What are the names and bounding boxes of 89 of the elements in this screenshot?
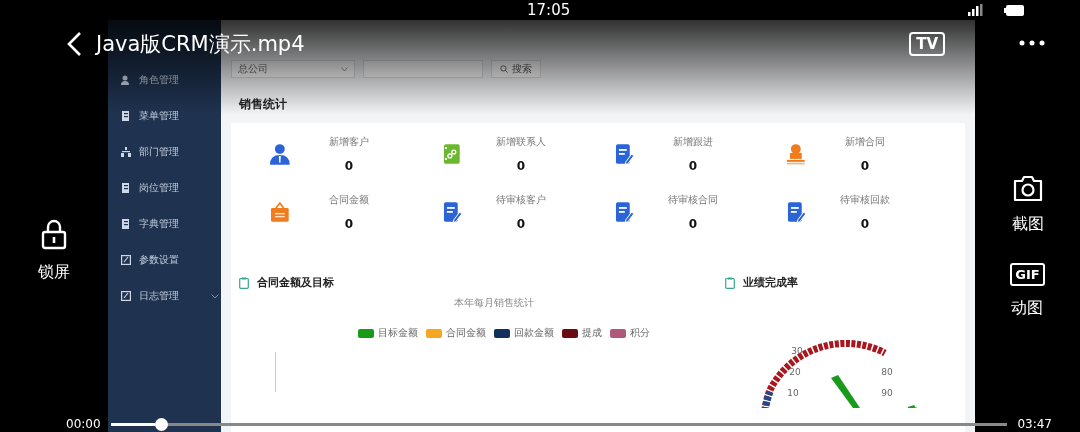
stat-label: 新增客户 [328, 135, 369, 149]
video-title: Java版CRM演示.mp4 [96, 31, 305, 58]
sidebar-row[interactable]: 日志管理 [108, 288, 221, 304]
stat-value: 0 [688, 159, 697, 173]
caret-icon [341, 66, 348, 72]
legend-swatch[interactable] [426, 328, 442, 338]
menu-item-icon [121, 219, 131, 229]
search-icon [500, 65, 508, 73]
more-icon[interactable] [1018, 40, 1045, 46]
legend-label[interactable]: 回款金额 [514, 326, 554, 340]
legend-swatch[interactable] [358, 328, 374, 338]
gif-badge[interactable]: GIF [1010, 263, 1045, 286]
stat-label: 待审核回款 [839, 193, 890, 207]
legend-swatch[interactable] [562, 328, 578, 338]
stat-label: 新增跟进 [672, 135, 713, 149]
card-title: 合同金额及目标 [257, 275, 334, 290]
battery-icon [1004, 4, 1024, 16]
stat-value: 0 [860, 217, 869, 231]
stat-label: 待审核合同 [667, 193, 718, 207]
contact-book-icon [441, 143, 463, 165]
legend-swatch[interactable] [494, 328, 510, 338]
gauge-tick-label: 10 [787, 388, 799, 398]
sidebar-row[interactable]: 菜单管理 [108, 108, 221, 124]
legend-label[interactable]: 合同金额 [446, 326, 486, 340]
lock-icon[interactable] [40, 218, 68, 250]
clipboard-icon [725, 276, 735, 289]
edit-document-icon [441, 201, 463, 223]
edit-document-icon [613, 143, 635, 165]
sidebar-item[interactable]: 岗位管理 [139, 181, 179, 195]
sidebar-item[interactable]: 角色管理 [139, 73, 179, 87]
section-title: 销售统计 [239, 96, 288, 113]
status-time: 17:05 [527, 1, 571, 19]
edit-document-icon [613, 201, 635, 223]
stat-value: 0 [516, 159, 525, 173]
sidebar-item[interactable]: 日志管理 [139, 289, 179, 303]
menu-item-icon [121, 183, 131, 193]
menu-item-icon [121, 255, 131, 265]
sidebar-row[interactable]: 参数设置 [108, 252, 221, 268]
stat-label: 新增合同 [844, 135, 885, 149]
stat-label: 待审核客户 [495, 193, 546, 207]
sidebar-row[interactable]: 字典管理 [108, 216, 221, 232]
caret-icon[interactable] [211, 293, 219, 299]
gauge-needle [831, 375, 860, 408]
menu-item-icon [121, 75, 131, 85]
briefcase-icon [269, 201, 291, 223]
camera-icon[interactable] [1011, 174, 1044, 202]
sidebar-row[interactable]: 部门管理 [108, 144, 221, 160]
duration-time: 03:47 [1017, 417, 1052, 431]
tv-cast-button[interactable]: TV [909, 32, 945, 56]
gauge-tick-label: 80 [881, 367, 893, 377]
menu-item-icon [121, 111, 131, 121]
legend-swatch[interactable] [610, 328, 626, 338]
lock-label[interactable]: 锁屏 [38, 262, 70, 283]
stat-value: 0 [516, 217, 525, 231]
stat-value: 0 [860, 159, 869, 173]
legend-label[interactable]: 提成 [582, 326, 602, 340]
stat-label: 合同金额 [328, 193, 369, 207]
gif-label[interactable]: 动图 [1011, 298, 1044, 319]
sidebar-item[interactable]: 参数设置 [139, 253, 179, 267]
menu-item-icon [121, 147, 131, 157]
stamp-icon [785, 143, 807, 165]
person-icon [269, 143, 291, 165]
stat-label: 新增联系人 [495, 135, 546, 149]
elapsed-time: 00:00 [66, 417, 101, 431]
sidebar-row[interactable]: 角色管理 [108, 72, 221, 88]
sidebar-item[interactable]: 字典管理 [139, 217, 179, 231]
search-button[interactable]: 搜索 [491, 60, 541, 78]
gauge-arc [760, 390, 774, 408]
stat-value: 0 [344, 159, 353, 173]
stat-value: 0 [688, 217, 697, 231]
sidebar-item[interactable]: 菜单管理 [139, 109, 179, 123]
gauge-tick-label: 30 [791, 346, 803, 356]
legend-label[interactable]: 目标金额 [378, 326, 418, 340]
gauge-tick-label: 90 [881, 388, 893, 398]
menu-item-icon [121, 291, 131, 301]
card-title: 业绩完成率 [743, 275, 798, 290]
clipboard-icon [239, 276, 249, 289]
legend-label[interactable]: 积分 [630, 326, 650, 340]
date-field[interactable] [363, 60, 483, 78]
company-select[interactable]: 总公司 [231, 60, 355, 78]
stat-value: 0 [344, 217, 353, 231]
screenshot-label[interactable]: 截图 [1011, 214, 1044, 235]
signal-icon [967, 4, 983, 16]
gauge-tick-label: 20 [789, 367, 801, 377]
edit-document-icon [785, 201, 807, 223]
sidebar-row[interactable]: 岗位管理 [108, 180, 221, 196]
sidebar-item[interactable]: 部门管理 [139, 145, 179, 159]
chart-title: 本年每月销售统计 [454, 296, 534, 310]
back-icon[interactable] [66, 31, 82, 57]
